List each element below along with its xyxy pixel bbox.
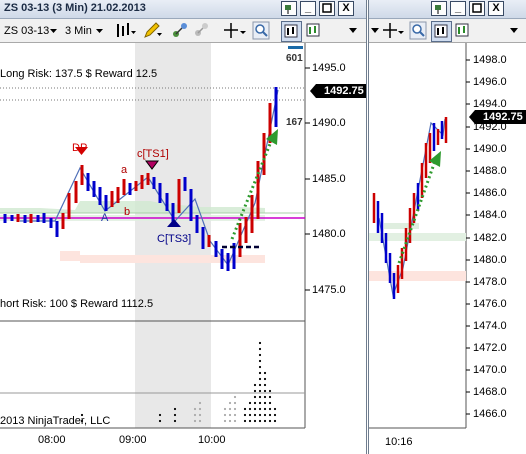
time-axis-label: 10:16 <box>385 436 413 448</box>
price-axis-label: 1480.0 <box>312 228 346 240</box>
price-axis-label: 1494.0 <box>473 98 507 110</box>
price-axis-label: 1475.0 <box>312 284 346 296</box>
current-price-marker: 1492.75 <box>310 84 366 98</box>
pin-icon <box>285 5 291 14</box>
bar-style-icon[interactable] <box>114 21 138 40</box>
price-axis-label: 1472.0 <box>473 342 507 354</box>
data-box-icon <box>455 23 469 37</box>
price-axis-label: 1476.0 <box>473 298 507 310</box>
instrument-selector[interactable]: ZS 03-13 <box>3 22 50 39</box>
close-button[interactable]: X <box>338 1 354 16</box>
price-axis-label: 1488.0 <box>473 165 507 177</box>
short-risk-label: hort Risk: 100 $ Reward 1112.5 <box>0 298 154 310</box>
magnet-icon[interactable] <box>192 21 210 40</box>
price-axis-label: 1498.0 <box>473 54 507 66</box>
zoom-icon[interactable] <box>252 21 270 40</box>
price-axis-label: 1478.0 <box>473 276 507 288</box>
interval-selector[interactable]: 3 Min <box>64 22 93 39</box>
current-price-marker: 1492.75 <box>469 110 526 124</box>
data-box-button[interactable] <box>453 21 472 40</box>
data-box-icon <box>306 23 320 37</box>
pin-button[interactable] <box>431 1 447 16</box>
minimize-button[interactable]: _ <box>300 1 316 16</box>
price-axis-label: 1474.0 <box>473 320 507 332</box>
instrument-chevron-down-icon[interactable] <box>50 29 57 33</box>
projection-arrow <box>397 160 437 264</box>
dp-label: DP <box>72 142 88 154</box>
strategy-icon[interactable] <box>171 21 189 40</box>
label-601: 601 <box>286 53 303 64</box>
label-167: 167 <box>286 117 303 128</box>
time-axis-label: 10:00 <box>198 434 226 446</box>
price-chart[interactable] <box>0 43 366 454</box>
properties-icon <box>434 24 448 38</box>
copyright-label: 2013 NinjaTrader, LLC <box>0 415 111 427</box>
price-axis-label: 1482.0 <box>473 232 507 244</box>
interval-chevron-down-icon[interactable] <box>96 29 103 33</box>
time-axis-label: 08:00 <box>38 434 66 446</box>
maximize-button[interactable] <box>469 1 485 16</box>
crosshair-icon[interactable] <box>381 21 405 40</box>
chart-window-secondary: _ X 1498.0 1496.0 1494.0 1492.0 1490.0 1… <box>368 0 526 454</box>
pin-button[interactable] <box>281 1 297 16</box>
pin-icon <box>435 5 441 14</box>
window-titlebar[interactable]: _ X <box>369 0 526 19</box>
zoom-icon[interactable] <box>409 21 427 40</box>
a-lower-label: a <box>121 164 128 176</box>
price-axis-label: 1490.0 <box>312 117 346 129</box>
price-axis-label: 1495.0 <box>312 62 346 74</box>
pencil-icon[interactable] <box>142 21 164 40</box>
data-box-button[interactable] <box>304 21 323 40</box>
properties-icon <box>284 24 298 38</box>
red-band <box>80 255 265 263</box>
chart-toolbar: ZS 03-13 3 Min <box>0 19 366 43</box>
toolbar-dropdown-icon[interactable] <box>371 28 379 33</box>
a-upper-label: A <box>101 212 109 224</box>
window-titlebar[interactable]: ZS 03-13 (3 Min) 21.02.2013 _ X <box>0 0 366 19</box>
price-axis-label: 1484.0 <box>473 209 507 221</box>
window-title: ZS 03-13 (3 Min) 21.02.2013 <box>4 2 146 14</box>
toolbar-dropdown-icon[interactable] <box>510 28 518 33</box>
close-button[interactable]: X <box>488 1 504 16</box>
chart-window-main: ZS 03-13 (3 Min) 21.02.2013 _ X ZS 03-13… <box>0 0 367 454</box>
long-risk-label: Long Risk: 137.5 $ Reward 12.5 <box>0 68 158 80</box>
maximize-icon <box>322 3 332 13</box>
price-axis-label: 1496.0 <box>473 76 507 88</box>
price-axis-label: 1466.0 <box>473 408 507 420</box>
cts3-label: C[TS3] <box>157 233 192 245</box>
b-lower-label: b <box>124 206 131 218</box>
properties-button[interactable] <box>431 21 452 42</box>
time-axis-label: 09:00 <box>119 434 147 446</box>
chart-toolbar <box>369 19 526 43</box>
price-axis-label: 1485.0 <box>312 173 346 185</box>
cts1-label: c[TS1] <box>137 148 169 160</box>
price-axis-label: 1468.0 <box>473 386 507 398</box>
price-axis-label: 1486.0 <box>473 187 507 199</box>
green-band <box>0 201 265 213</box>
minimize-button[interactable]: _ <box>450 1 466 16</box>
crosshair-icon[interactable] <box>222 21 248 40</box>
toolbar-dropdown-icon[interactable] <box>349 28 357 33</box>
maximize-icon <box>472 3 482 13</box>
properties-button[interactable] <box>281 21 302 42</box>
maximize-button[interactable] <box>319 1 335 16</box>
price-axis-label: 1480.0 <box>473 254 507 266</box>
price-axis-label: 1490.0 <box>473 143 507 155</box>
price-axis-label: 1470.0 <box>473 364 507 376</box>
